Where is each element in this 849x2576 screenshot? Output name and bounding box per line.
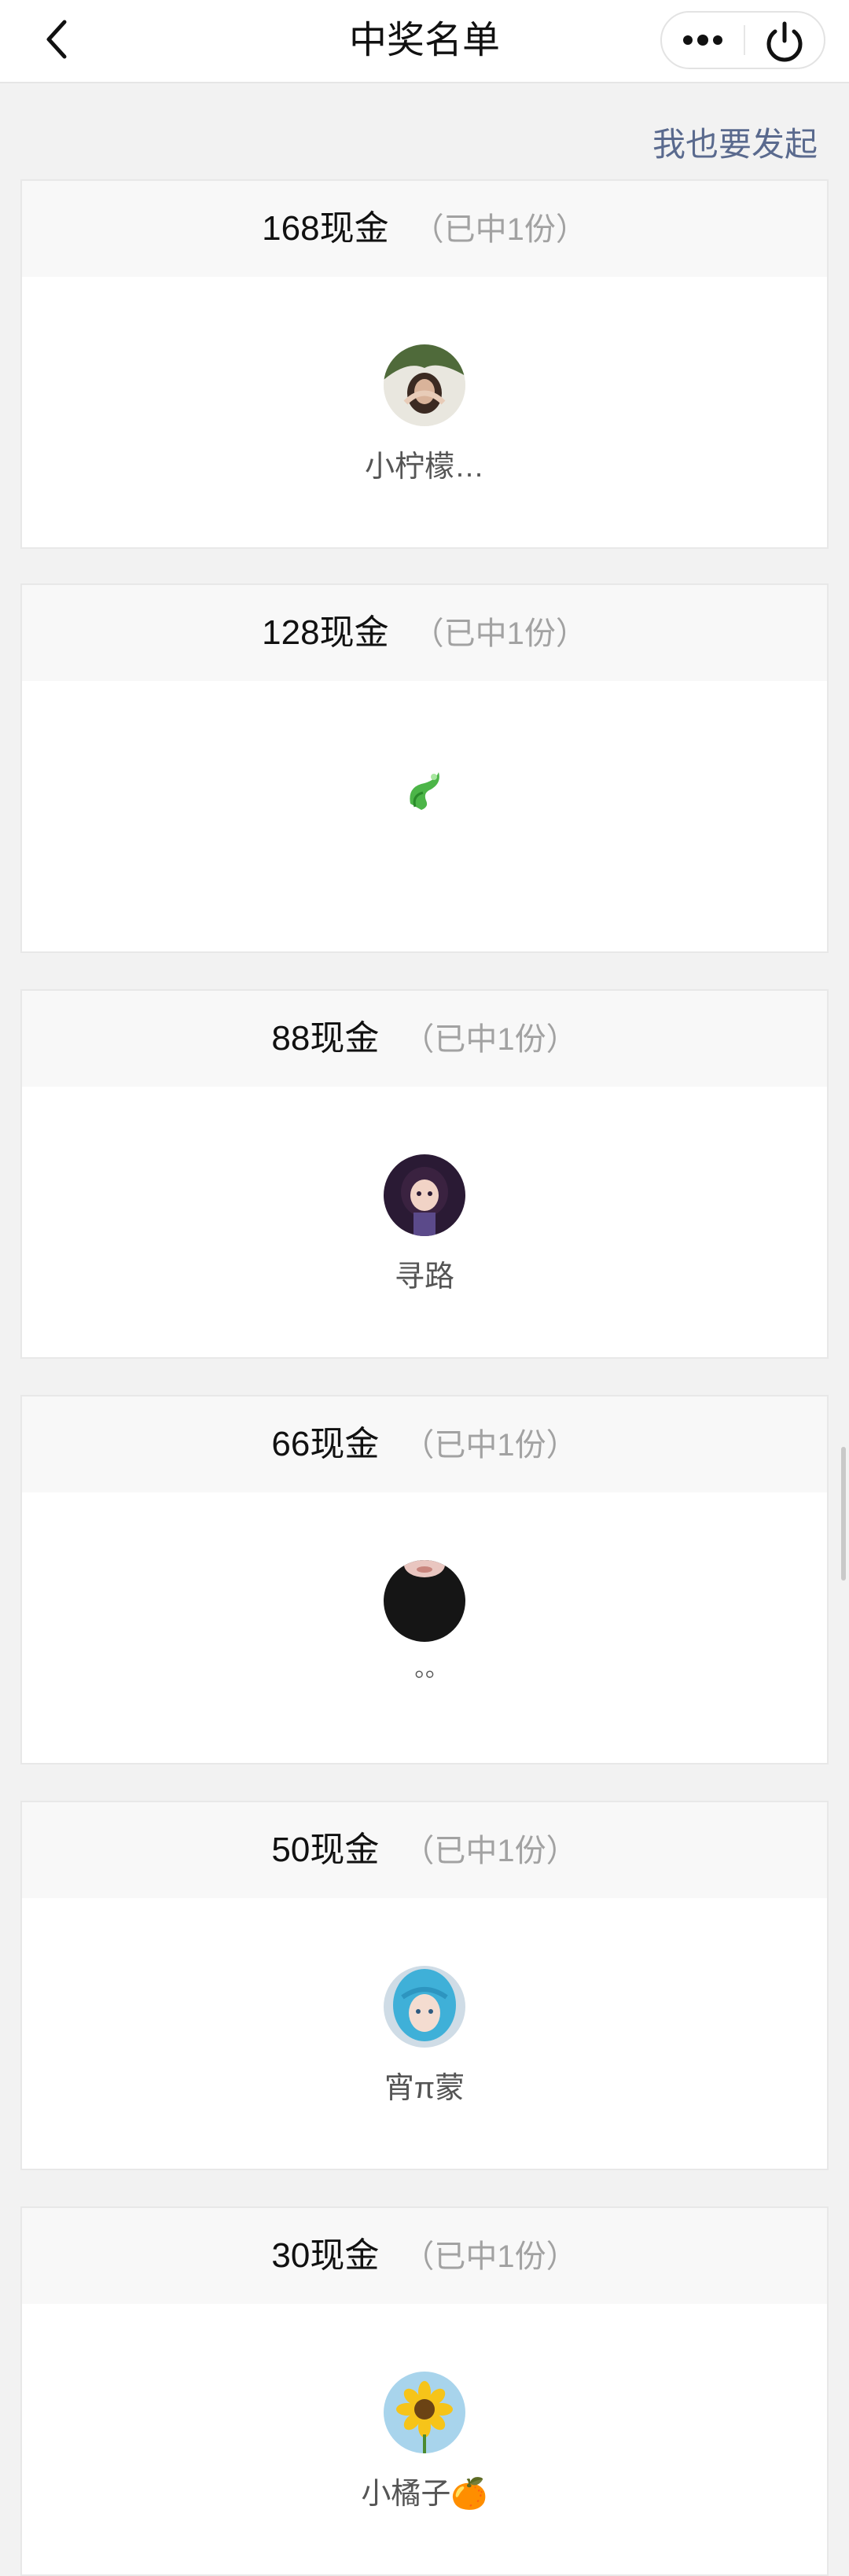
winner-name: 寻路 bbox=[394, 1260, 454, 1294]
winner[interactable]: 小橘子🍊 bbox=[22, 2372, 827, 2512]
chevron-left-icon bbox=[46, 20, 67, 59]
prize-name: 168现金 bbox=[262, 209, 389, 248]
prize-name: 66现金 bbox=[271, 1425, 380, 1463]
scrollbar[interactable] bbox=[841, 1447, 846, 1581]
prize-name: 88现金 bbox=[271, 1019, 380, 1058]
prize-header: 66现金 （已中1份） bbox=[22, 1397, 827, 1492]
avatar bbox=[384, 1560, 465, 1642]
prize-count: （已中1份） bbox=[412, 212, 587, 247]
power-icon bbox=[766, 21, 803, 62]
prize-header: 50现金 （已中1份） bbox=[22, 1802, 827, 1898]
more-dots-icon bbox=[683, 35, 722, 46]
winner[interactable]: 寻路 bbox=[22, 1154, 827, 1295]
winner-name: ◦◦ bbox=[413, 1658, 436, 1691]
prize-header: 168现金 （已中1份） bbox=[22, 181, 827, 277]
prize-count: （已中1份） bbox=[402, 2239, 578, 2274]
prize-header: 88现金 （已中1份） bbox=[22, 991, 827, 1087]
winner-name: 小橘子🍊 bbox=[361, 2478, 488, 2511]
prize-name: 128现金 bbox=[262, 613, 389, 652]
mini-program-capsule bbox=[660, 11, 825, 69]
avatar bbox=[384, 344, 465, 426]
more-button[interactable] bbox=[662, 13, 744, 68]
winner-name: 小柠檬… bbox=[364, 451, 484, 484]
prize-count: （已中1份） bbox=[402, 1428, 578, 1463]
prize-card: 30现金 （已中1份） 小橘子🍊 bbox=[20, 2206, 829, 2576]
avatar bbox=[384, 1154, 465, 1236]
winner-name: 宵π蒙 bbox=[384, 2072, 465, 2105]
prize-card: 128现金 （已中1份） bbox=[20, 583, 829, 953]
prize-name: 30现金 bbox=[271, 2236, 380, 2275]
prize-header: 30现金 （已中1份） bbox=[22, 2208, 827, 2304]
winner[interactable]: 宵π蒙 bbox=[22, 1966, 827, 2107]
initiate-link[interactable]: 我也要发起 bbox=[652, 118, 818, 166]
close-program-button[interactable] bbox=[745, 13, 824, 68]
prize-count: （已中1份） bbox=[412, 616, 587, 651]
winner[interactable]: ◦◦ bbox=[22, 1560, 827, 1691]
prize-count: （已中1份） bbox=[402, 1834, 578, 1868]
prize-card: 66现金 （已中1份） ◦◦ bbox=[20, 1395, 829, 1765]
winner[interactable] bbox=[22, 749, 827, 846]
prize-card: 50现金 （已中1份） 宵π蒙 bbox=[20, 1801, 829, 2170]
prize-header: 128现金 （已中1份） bbox=[22, 585, 827, 681]
winner[interactable]: 小柠檬… bbox=[22, 344, 827, 485]
avatar bbox=[384, 1966, 465, 2048]
prize-name: 50现金 bbox=[271, 1831, 380, 1869]
avatar bbox=[384, 2372, 465, 2453]
prize-count: （已中1份） bbox=[402, 1022, 578, 1057]
nav-bar: 中奖名单 bbox=[0, 0, 849, 83]
prize-card: 88现金 （已中1份） 寻路 bbox=[20, 989, 829, 1359]
avatar bbox=[384, 749, 465, 830]
back-button[interactable] bbox=[35, 16, 82, 63]
prize-card: 168现金 （已中1份） 小柠檬… bbox=[20, 179, 829, 549]
